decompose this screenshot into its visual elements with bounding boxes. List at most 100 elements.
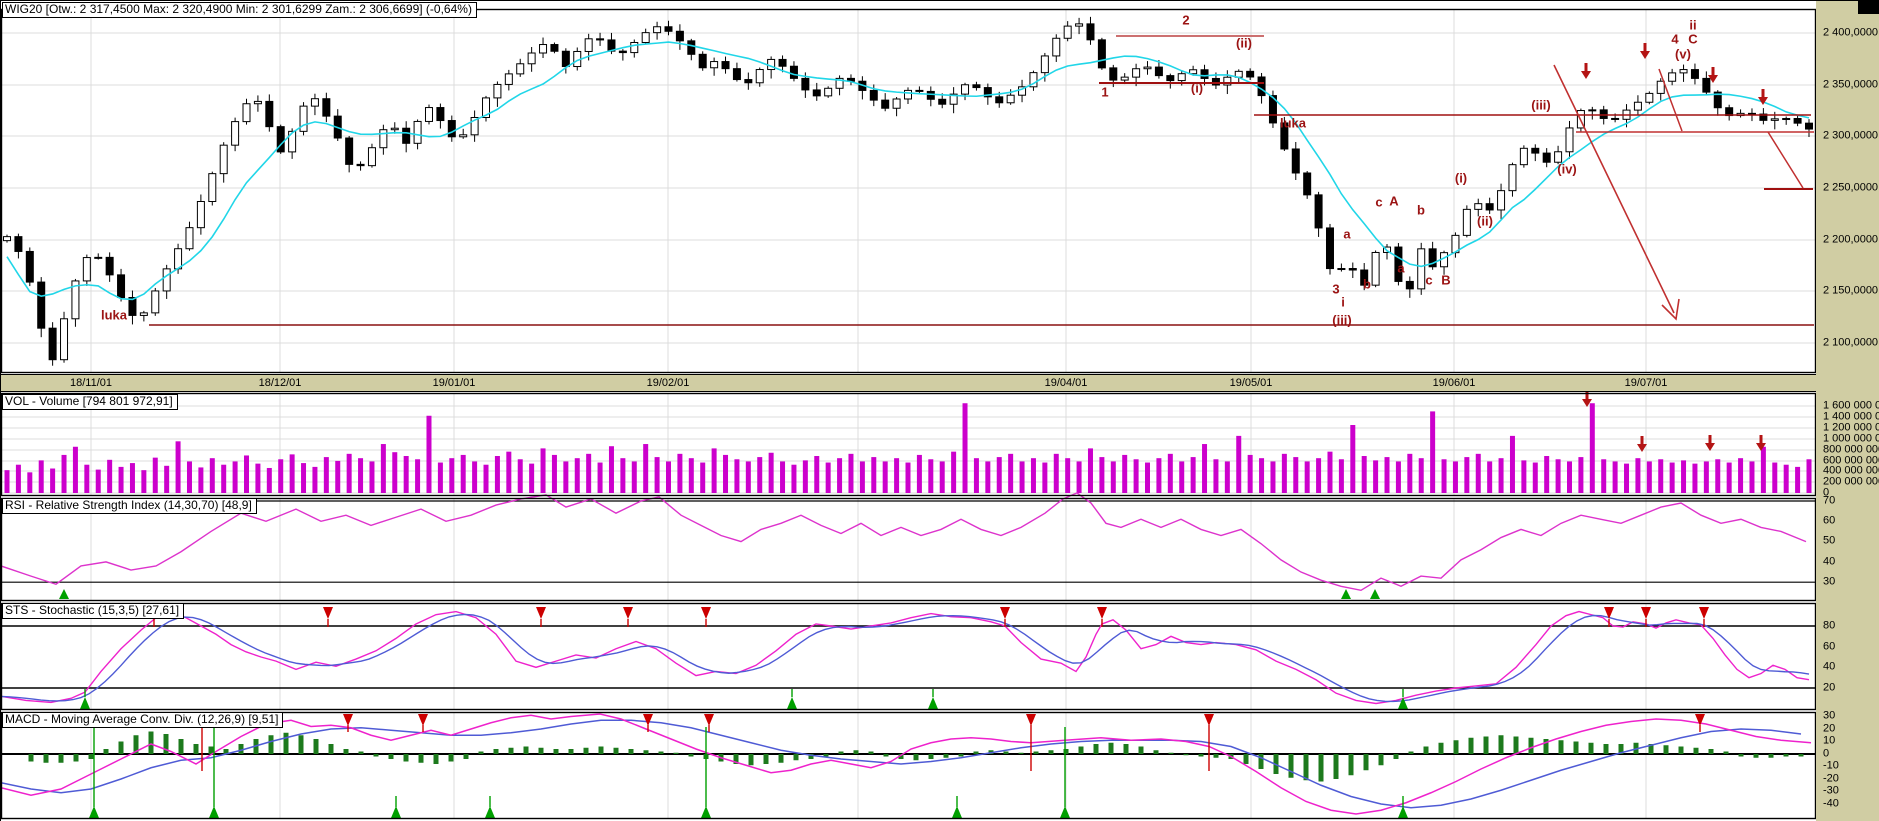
volume-bar <box>1612 461 1618 493</box>
volume-bar <box>392 452 398 493</box>
volume-bar <box>72 446 78 493</box>
macd-panel-title: MACD - Moving Average Conv. Div. (12,26,… <box>2 712 284 728</box>
macd-histogram-bar <box>778 754 784 763</box>
chart-canvas[interactable] <box>1 1 1879 821</box>
candle-body <box>641 32 650 43</box>
volume-bar <box>848 453 854 493</box>
sts-axis-label: 20 <box>1823 681 1836 694</box>
volume-bar <box>1498 458 1504 493</box>
volume-bar <box>1373 460 1379 493</box>
volume-bar <box>1452 461 1458 493</box>
volume-bar <box>1259 458 1265 493</box>
sell-arrow-icon <box>418 714 428 726</box>
candle-body <box>1166 75 1175 82</box>
macd-histogram-bar <box>1693 747 1699 754</box>
sts-axis-label: 60 <box>1823 640 1836 653</box>
volume-bar <box>1658 459 1664 493</box>
volume-bar <box>1338 459 1344 493</box>
volume-bar <box>472 461 478 493</box>
macd-histogram-bar <box>643 750 649 754</box>
rsi-axis-label: 40 <box>1823 555 1836 568</box>
candle-body <box>1348 268 1357 271</box>
date-axis-label: 19/06/01 <box>1432 377 1476 389</box>
candle-body <box>1690 69 1699 79</box>
volume-bar <box>152 457 158 493</box>
volume-bar <box>1236 435 1242 493</box>
sell-arrow-icon <box>1000 607 1010 619</box>
volume-bar <box>1760 446 1766 493</box>
candle-body <box>265 100 274 128</box>
moving-average-line <box>6 41 1810 301</box>
buy-arrow-icon <box>1060 806 1070 818</box>
candle-body <box>1508 164 1517 192</box>
macd-axis-label: -20 <box>1823 772 1839 785</box>
volume-bar <box>266 467 272 493</box>
candle-body <box>1633 101 1642 111</box>
window-corner-button[interactable] <box>1858 1 1879 14</box>
candle-body <box>208 173 217 202</box>
volume-bar <box>608 446 614 493</box>
sell-arrow-icon <box>643 714 653 726</box>
candle-body <box>1189 69 1198 75</box>
candle-body <box>1588 109 1597 112</box>
candle-body <box>1120 76 1129 81</box>
volume-bar <box>529 463 535 493</box>
macd-histogram-bar <box>1303 754 1309 781</box>
volume-bar <box>1738 458 1744 493</box>
macd-histogram-bar <box>1738 754 1744 757</box>
volume-bar <box>1395 461 1401 493</box>
sts-axis-label: 40 <box>1823 660 1836 673</box>
macd-histogram-bar <box>88 754 94 759</box>
volume-bar <box>1692 463 1698 493</box>
wave-annotation: B <box>1441 272 1451 288</box>
candle-body <box>721 61 730 70</box>
macd-histogram-bar <box>118 741 124 754</box>
macd-histogram-bar <box>1453 740 1459 754</box>
volume-bar <box>1167 453 1173 493</box>
candle-body <box>1303 172 1312 196</box>
macd-histogram-bar <box>1588 742 1594 754</box>
buy-arrow-icon <box>787 697 797 709</box>
wave-annotation: a <box>1397 260 1405 276</box>
macd-histogram-bar <box>1198 754 1204 757</box>
candle-body <box>710 61 719 69</box>
macd-histogram-bar <box>943 754 949 758</box>
candle-body <box>881 99 890 109</box>
volume-bar <box>814 456 820 493</box>
candle-body <box>1097 39 1106 69</box>
volume-bar <box>1087 448 1093 493</box>
volume-bar <box>688 458 694 493</box>
candle-body <box>1668 72 1677 82</box>
volume-bar <box>939 461 945 493</box>
candle-body <box>1611 117 1620 120</box>
candle-body <box>539 44 548 54</box>
candle-body <box>1599 109 1608 119</box>
candle-body <box>1006 94 1015 104</box>
volume-bar <box>380 444 386 493</box>
candle-body <box>1805 122 1813 130</box>
down-arrow-icon <box>1581 71 1591 79</box>
candle-body <box>345 137 354 165</box>
wave-annotation: (iii) <box>1531 97 1551 113</box>
candle-body <box>60 318 69 361</box>
volume-panel-title: VOL - Volume [794 801 972,91] <box>2 394 178 410</box>
wave-annotation: (ii) <box>1236 35 1252 51</box>
sts-axis-label: 80 <box>1823 619 1836 632</box>
buy-arrow-icon <box>485 806 495 818</box>
macd-axis-label: 0 <box>1823 747 1830 760</box>
volume-bar <box>1726 462 1732 493</box>
volume-bar <box>437 462 443 493</box>
wave-annotation: b <box>1417 202 1425 218</box>
wave-annotation: A <box>1389 193 1399 209</box>
candle-body <box>732 68 741 81</box>
candle-body <box>698 53 707 69</box>
macd-axis-label: 10 <box>1823 734 1836 747</box>
volume-bar <box>1133 459 1139 493</box>
macd-histogram-bar <box>58 754 64 763</box>
candle-body <box>653 26 662 34</box>
sts-panel-title: STS - Stochastic (15,3,5) [27,61] <box>2 603 185 619</box>
macd-histogram-bar <box>973 751 979 754</box>
candle-body <box>1337 268 1346 271</box>
volume-bar <box>973 458 979 493</box>
rsi-panel-title: RSI - Relative Strength Index (14,30,70)… <box>2 498 257 514</box>
